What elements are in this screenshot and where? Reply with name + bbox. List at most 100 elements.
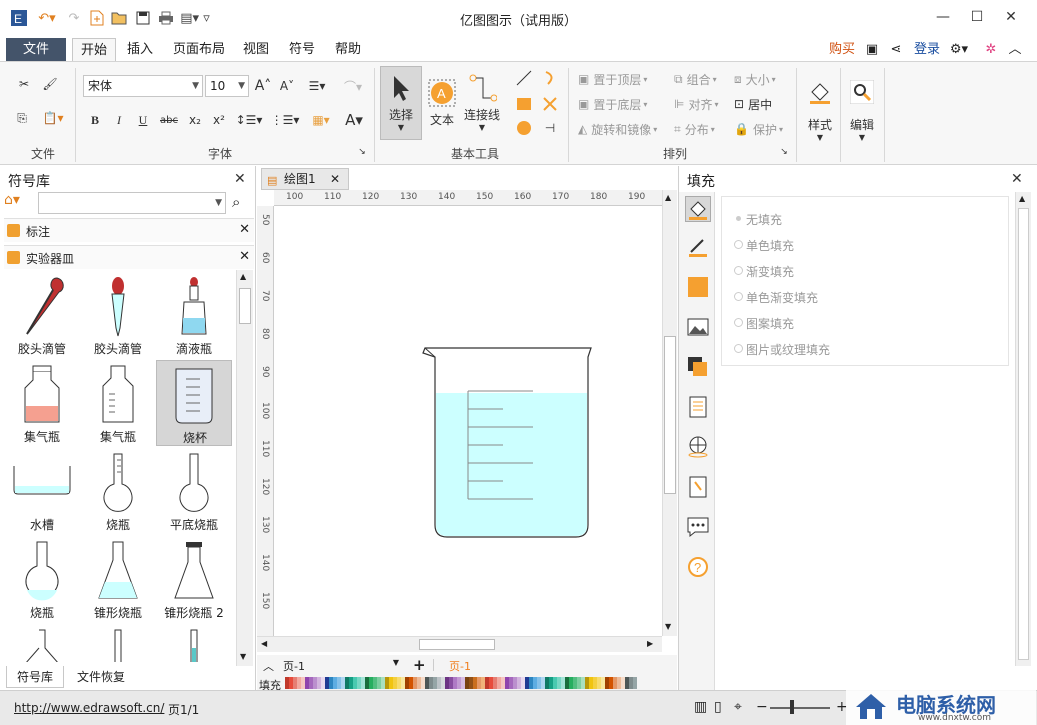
close-icon[interactable]: ✕ <box>239 222 250 237</box>
grow-font-icon[interactable]: A˄ <box>254 76 272 96</box>
bullets-icon[interactable]: ⋮☰▾ <box>270 110 300 130</box>
scroll-thumb[interactable] <box>664 336 676 494</box>
tab-file-recovery[interactable]: 文件恢复 <box>68 666 134 688</box>
italic-icon[interactable]: I <box>110 110 128 130</box>
symbol-funnel[interactable] <box>4 624 80 662</box>
collapse-ribbon-icon[interactable]: ︿ <box>1004 38 1026 62</box>
color-swatches[interactable] <box>285 677 637 689</box>
cut-icon[interactable]: ✂ <box>14 74 34 94</box>
maximize-button[interactable]: ☐ <box>962 6 992 28</box>
close-tab-icon[interactable]: ✕ <box>330 169 340 189</box>
select-tool-button[interactable]: 选择 ▼ <box>380 66 422 140</box>
page-tab-active[interactable]: 页-1 <box>449 658 471 674</box>
symbol-flask-2[interactable]: 烧瓶 <box>4 536 80 622</box>
text-tool-button[interactable]: A 文本 <box>424 66 460 140</box>
login-link[interactable]: 登录 <box>910 38 944 62</box>
scroll-thumb[interactable] <box>1018 208 1029 660</box>
send-to-back-button[interactable]: ▣ 置于底层 ▾ <box>578 95 662 113</box>
strikethrough-icon[interactable]: abc <box>158 110 180 130</box>
color-swatch[interactable] <box>633 677 637 689</box>
tab-home[interactable]: 开始 <box>72 38 116 62</box>
fill-option-none[interactable]: 无填充 <box>736 211 782 228</box>
share-icon[interactable]: ⋖ <box>886 38 906 62</box>
font-size-select[interactable]: 10 ▼ <box>205 75 249 97</box>
arrange-dialog-launcher-icon[interactable]: ↘ <box>778 146 790 158</box>
crop-tool-icon[interactable]: ⊣ <box>540 118 560 138</box>
cross-tool-icon[interactable] <box>540 94 560 114</box>
presentation-icon[interactable]: ⌖ <box>734 699 742 715</box>
attachment-icon[interactable] <box>687 476 709 498</box>
website-link[interactable]: http://www.edrawsoft.cn/ <box>14 701 164 715</box>
tab-help[interactable]: 帮助 <box>328 38 368 62</box>
add-page-icon[interactable]: + <box>413 656 426 674</box>
text-curve-icon[interactable]: ⌒▾ <box>338 76 368 96</box>
symbol-tube[interactable] <box>80 624 156 662</box>
size-button[interactable]: ⧈ 大小 ▾ <box>734 70 790 88</box>
symbol-dropping-bottle[interactable]: 滴液瓶 <box>156 272 232 358</box>
beaker-shape[interactable] <box>275 207 662 637</box>
canvas-vertical-scrollbar[interactable]: ▲ ▼ <box>662 190 677 636</box>
symbol-flask[interactable]: 烧瓶 <box>80 448 156 534</box>
font-dialog-launcher-icon[interactable]: ↘ <box>356 146 368 158</box>
fit-page-icon[interactable]: ▥ <box>694 699 707 715</box>
drawing-page[interactable] <box>275 207 662 637</box>
page-select[interactable]: 页-1 ▼ <box>283 658 401 674</box>
symbol-burette[interactable] <box>156 624 232 662</box>
font-color-icon[interactable]: A▾ <box>340 110 368 130</box>
zoom-slider[interactable] <box>770 707 830 709</box>
connector-tool-button[interactable]: 连接线 ▼ <box>462 66 502 140</box>
minimize-button[interactable]: — <box>928 6 958 28</box>
comment-icon[interactable] <box>687 516 709 538</box>
symbol-flat-flask[interactable]: 平底烧瓶 <box>156 448 232 534</box>
close-icon[interactable]: ✕ <box>234 171 246 187</box>
superscript-icon[interactable]: x² <box>210 110 228 130</box>
layers-icon[interactable] <box>687 356 709 378</box>
skin-icon[interactable]: ✲ <box>980 38 1002 62</box>
close-icon[interactable]: ✕ <box>239 249 250 264</box>
library-header-annotation[interactable]: 标注 ✕ <box>4 218 254 242</box>
line-tool-icon[interactable] <box>514 68 534 88</box>
shadow-icon[interactable] <box>687 276 709 298</box>
image-icon[interactable] <box>687 316 709 338</box>
page-view-icon[interactable]: ▯ <box>714 699 722 715</box>
fill-option-mono-gradient[interactable]: 单色渐变填充 <box>734 289 818 306</box>
scroll-thumb[interactable] <box>419 639 495 650</box>
symbol-search-input[interactable]: ▼ <box>38 192 226 214</box>
scroll-down-icon[interactable]: ▼ <box>665 622 671 631</box>
scroll-thumb[interactable] <box>239 288 251 324</box>
arc-tool-icon[interactable] <box>540 68 560 88</box>
tab-view[interactable]: 视图 <box>236 38 276 62</box>
align-text-icon[interactable]: ☰▾ <box>302 76 332 96</box>
scroll-right-icon[interactable]: ▶ <box>647 639 653 648</box>
distribute-button[interactable]: ⌗ 分布 ▾ <box>674 120 730 138</box>
scroll-left-icon[interactable]: ◀ <box>261 639 267 648</box>
format-painter-icon[interactable]: 🖌 <box>40 74 60 94</box>
symbol-scrollbar[interactable]: ▲ ▼ <box>236 270 253 666</box>
fill-option-gradient[interactable]: 渐变填充 <box>734 263 794 280</box>
tab-symbol-library[interactable]: 符号库 <box>6 666 64 688</box>
symbol-gas-jar[interactable]: 集气瓶 <box>4 360 80 446</box>
scroll-down-icon[interactable]: ▼ <box>240 652 246 661</box>
page-properties-icon[interactable] <box>687 396 709 418</box>
close-icon[interactable]: ✕ <box>1011 171 1023 187</box>
zoom-slider-thumb[interactable] <box>790 700 794 714</box>
paste-icon[interactable]: 📋▾ <box>38 108 68 128</box>
tab-insert[interactable]: 插入 <box>120 38 160 62</box>
bold-icon[interactable]: B <box>86 110 104 130</box>
bring-to-front-button[interactable]: ▣ 置于顶层 ▾ <box>578 70 662 88</box>
fill-option-solid[interactable]: 单色填充 <box>734 237 794 254</box>
help-icon[interactable]: ? <box>687 556 709 578</box>
library-header-lab-ware[interactable]: 实验器皿 ✕ <box>4 245 254 269</box>
tab-page-layout[interactable]: 页面布局 <box>168 38 230 62</box>
scroll-up-icon[interactable]: ▲ <box>665 193 671 202</box>
search-icon[interactable]: ⌕ <box>232 193 240 211</box>
rotate-mirror-button[interactable]: ◭ 旋转和镜像 ▾ <box>578 120 672 138</box>
symbol-dropper[interactable]: 胶头滴管 <box>4 272 80 358</box>
symbol-dropper-2[interactable]: 胶头滴管 <box>80 272 156 358</box>
copy-icon[interactable]: ⎘ <box>12 108 32 128</box>
rectangle-tool-icon[interactable] <box>514 94 534 114</box>
zoom-out-icon[interactable]: − <box>756 699 768 715</box>
scroll-up-icon[interactable]: ▲ <box>1019 194 1025 203</box>
tab-symbol[interactable]: 符号 <box>282 38 322 62</box>
file-menu[interactable]: 文件 <box>6 38 66 62</box>
